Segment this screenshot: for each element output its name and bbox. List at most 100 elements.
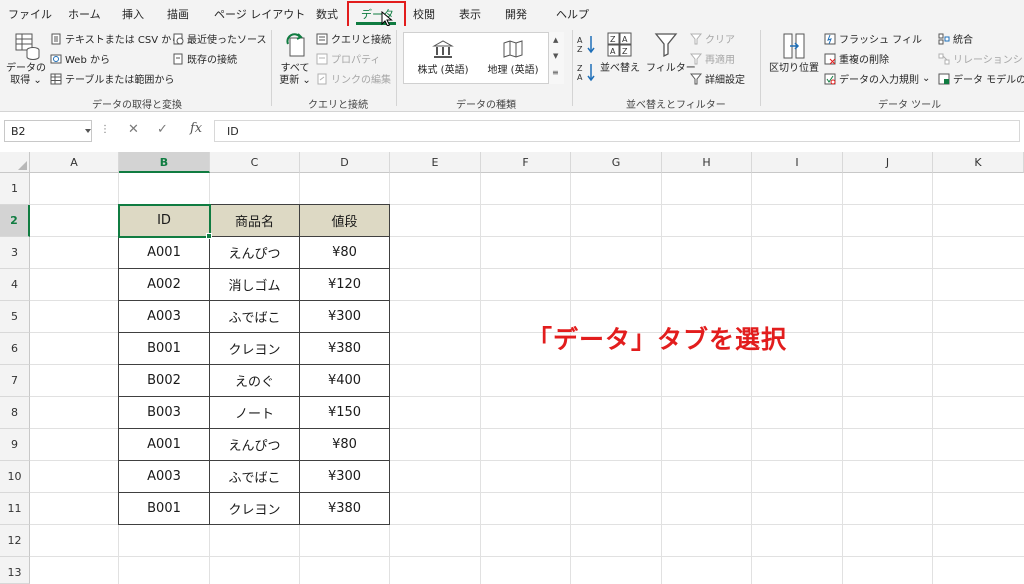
stocks-data-type-button[interactable]: 株式 (英語) bbox=[410, 37, 476, 81]
table-cell[interactable]: ¥300 bbox=[300, 461, 390, 493]
sort-descending-button[interactable]: ZA bbox=[577, 62, 597, 82]
row-header-7[interactable]: 7 bbox=[0, 365, 30, 397]
consolidate-button[interactable]: 統合 bbox=[938, 31, 973, 46]
table-header-cell[interactable]: 商品名 bbox=[210, 204, 300, 237]
row-header-10[interactable]: 10 bbox=[0, 461, 30, 493]
table-cell[interactable]: クレヨン bbox=[210, 333, 300, 365]
formula-input[interactable]: ID bbox=[214, 120, 1020, 142]
existing-connections-button[interactable]: 既存の接続 bbox=[172, 51, 237, 66]
row-header-9[interactable]: 9 bbox=[0, 429, 30, 461]
row-header-11[interactable]: 11 bbox=[0, 493, 30, 525]
more-options-icon[interactable]: ⋮ bbox=[100, 124, 110, 135]
column-header-h[interactable]: H bbox=[662, 152, 752, 173]
reapply-filter-button[interactable]: 再適用 bbox=[690, 51, 735, 66]
column-header-c[interactable]: C bbox=[210, 152, 300, 173]
row-header-2[interactable]: 2 bbox=[0, 205, 30, 237]
sort-ascending-button[interactable]: AZ bbox=[577, 34, 597, 54]
gallery-scroll[interactable]: ▲ ▼ ≡ bbox=[548, 32, 564, 84]
scroll-up-icon[interactable]: ▲ bbox=[553, 36, 558, 44]
table-cell[interactable]: A001 bbox=[118, 429, 210, 461]
table-cell[interactable]: ノート bbox=[210, 397, 300, 429]
row-header-4[interactable]: 4 bbox=[0, 269, 30, 301]
tab-5[interactable]: 数式 bbox=[316, 6, 338, 22]
data-validation-button[interactable]: データの入力規則 ⌄ bbox=[824, 71, 930, 86]
tab-0[interactable]: ファイル bbox=[8, 6, 52, 22]
column-header-j[interactable]: J bbox=[843, 152, 933, 173]
relationships-button[interactable]: リレーションシップ bbox=[938, 51, 1024, 66]
clear-filter-button[interactable]: クリア bbox=[690, 31, 735, 46]
table-cell[interactable]: えんぴつ bbox=[210, 237, 300, 269]
table-header-cell[interactable]: ID bbox=[118, 204, 210, 237]
table-cell[interactable]: B003 bbox=[118, 397, 210, 429]
sort-button[interactable]: ZAAZ 並べ替え bbox=[600, 30, 640, 90]
column-header-b[interactable]: B bbox=[119, 152, 210, 173]
table-cell[interactable]: ¥400 bbox=[300, 365, 390, 397]
name-box-dropdown-icon[interactable] bbox=[85, 129, 91, 133]
table-cell[interactable]: B001 bbox=[118, 333, 210, 365]
name-box[interactable]: B2 bbox=[4, 120, 92, 142]
advanced-filter-button[interactable]: 詳細設定 bbox=[690, 71, 745, 86]
tab-1[interactable]: ホーム bbox=[68, 6, 101, 22]
gallery-more-icon[interactable]: ≡ bbox=[552, 68, 559, 77]
column-header-i[interactable]: I bbox=[752, 152, 843, 173]
table-cell[interactable]: ¥120 bbox=[300, 269, 390, 301]
tab-10[interactable]: ヘルプ bbox=[556, 6, 589, 22]
row-header-6[interactable]: 6 bbox=[0, 333, 30, 365]
table-cell[interactable]: ¥80 bbox=[300, 429, 390, 461]
table-header-cell[interactable]: 値段 bbox=[300, 204, 390, 237]
tab-2[interactable]: 挿入 bbox=[122, 6, 144, 22]
tab-8[interactable]: 表示 bbox=[459, 6, 481, 22]
row-header-5[interactable]: 5 bbox=[0, 301, 30, 333]
table-cell[interactable]: A001 bbox=[118, 237, 210, 269]
column-header-d[interactable]: D bbox=[300, 152, 390, 173]
from-web-button[interactable]: Web から bbox=[50, 51, 110, 66]
row-header-3[interactable]: 3 bbox=[0, 237, 30, 269]
row-header-1[interactable]: 1 bbox=[0, 173, 30, 205]
table-cell[interactable]: ふでばこ bbox=[210, 301, 300, 333]
fill-handle[interactable] bbox=[206, 233, 212, 239]
table-cell[interactable]: えんぴつ bbox=[210, 429, 300, 461]
row-header-13[interactable]: 13 bbox=[0, 557, 30, 584]
table-cell[interactable]: クレヨン bbox=[210, 493, 300, 525]
tab-3[interactable]: 描画 bbox=[167, 6, 189, 22]
remove-duplicates-button[interactable]: 重複の削除 bbox=[824, 51, 889, 66]
table-cell[interactable]: 消しゴム bbox=[210, 269, 300, 301]
scroll-down-icon[interactable]: ▼ bbox=[553, 52, 558, 60]
table-cell[interactable]: えのぐ bbox=[210, 365, 300, 397]
data-model-button[interactable]: データ モデルの管 bbox=[938, 71, 1024, 86]
column-header-k[interactable]: K bbox=[933, 152, 1024, 173]
table-cell[interactable]: ¥380 bbox=[300, 493, 390, 525]
row-header-12[interactable]: 12 bbox=[0, 525, 30, 557]
table-cell[interactable]: B002 bbox=[118, 365, 210, 397]
tab-9[interactable]: 開発 bbox=[505, 6, 527, 22]
recent-sources-button[interactable]: 最近使ったソース bbox=[172, 31, 267, 46]
table-cell[interactable]: A003 bbox=[118, 461, 210, 493]
table-cell[interactable]: A002 bbox=[118, 269, 210, 301]
table-cell[interactable]: B001 bbox=[118, 493, 210, 525]
tab-4[interactable]: ページ レイアウト bbox=[214, 6, 305, 22]
row-header-8[interactable]: 8 bbox=[0, 397, 30, 429]
table-cell[interactable]: ふでばこ bbox=[210, 461, 300, 493]
select-all-corner[interactable] bbox=[0, 152, 30, 173]
properties-button[interactable]: プロパティ bbox=[316, 51, 380, 66]
from-text-csv-button[interactable]: テキストまたは CSV から bbox=[50, 31, 181, 46]
tab-7[interactable]: 校閲 bbox=[413, 6, 435, 22]
column-header-e[interactable]: E bbox=[390, 152, 481, 173]
column-header-a[interactable]: A bbox=[30, 152, 119, 173]
queries-connections-button[interactable]: クエリと接続 bbox=[316, 31, 391, 46]
insert-function-icon[interactable]: fx bbox=[190, 121, 202, 136]
enter-check-icon[interactable]: ✓ bbox=[157, 122, 168, 137]
column-header-g[interactable]: G bbox=[571, 152, 662, 173]
flash-fill-button[interactable]: フラッシュ フィル bbox=[824, 31, 922, 46]
table-cell[interactable]: ¥150 bbox=[300, 397, 390, 429]
refresh-all-button[interactable]: すべて 更新 ⌄ bbox=[276, 30, 314, 90]
cancel-icon[interactable]: ✕ bbox=[128, 122, 139, 137]
column-header-f[interactable]: F bbox=[481, 152, 571, 173]
table-cell[interactable]: A003 bbox=[118, 301, 210, 333]
from-table-range-button[interactable]: テーブルまたは範囲から bbox=[50, 71, 174, 86]
get-data-button[interactable]: データの 取得 ⌄ bbox=[6, 30, 46, 90]
geography-data-type-button[interactable]: 地理 (英語) bbox=[480, 37, 546, 81]
table-cell[interactable]: ¥380 bbox=[300, 333, 390, 365]
filter-button[interactable]: フィルター bbox=[646, 30, 696, 90]
text-to-columns-button[interactable]: 区切り位置 bbox=[768, 30, 820, 90]
